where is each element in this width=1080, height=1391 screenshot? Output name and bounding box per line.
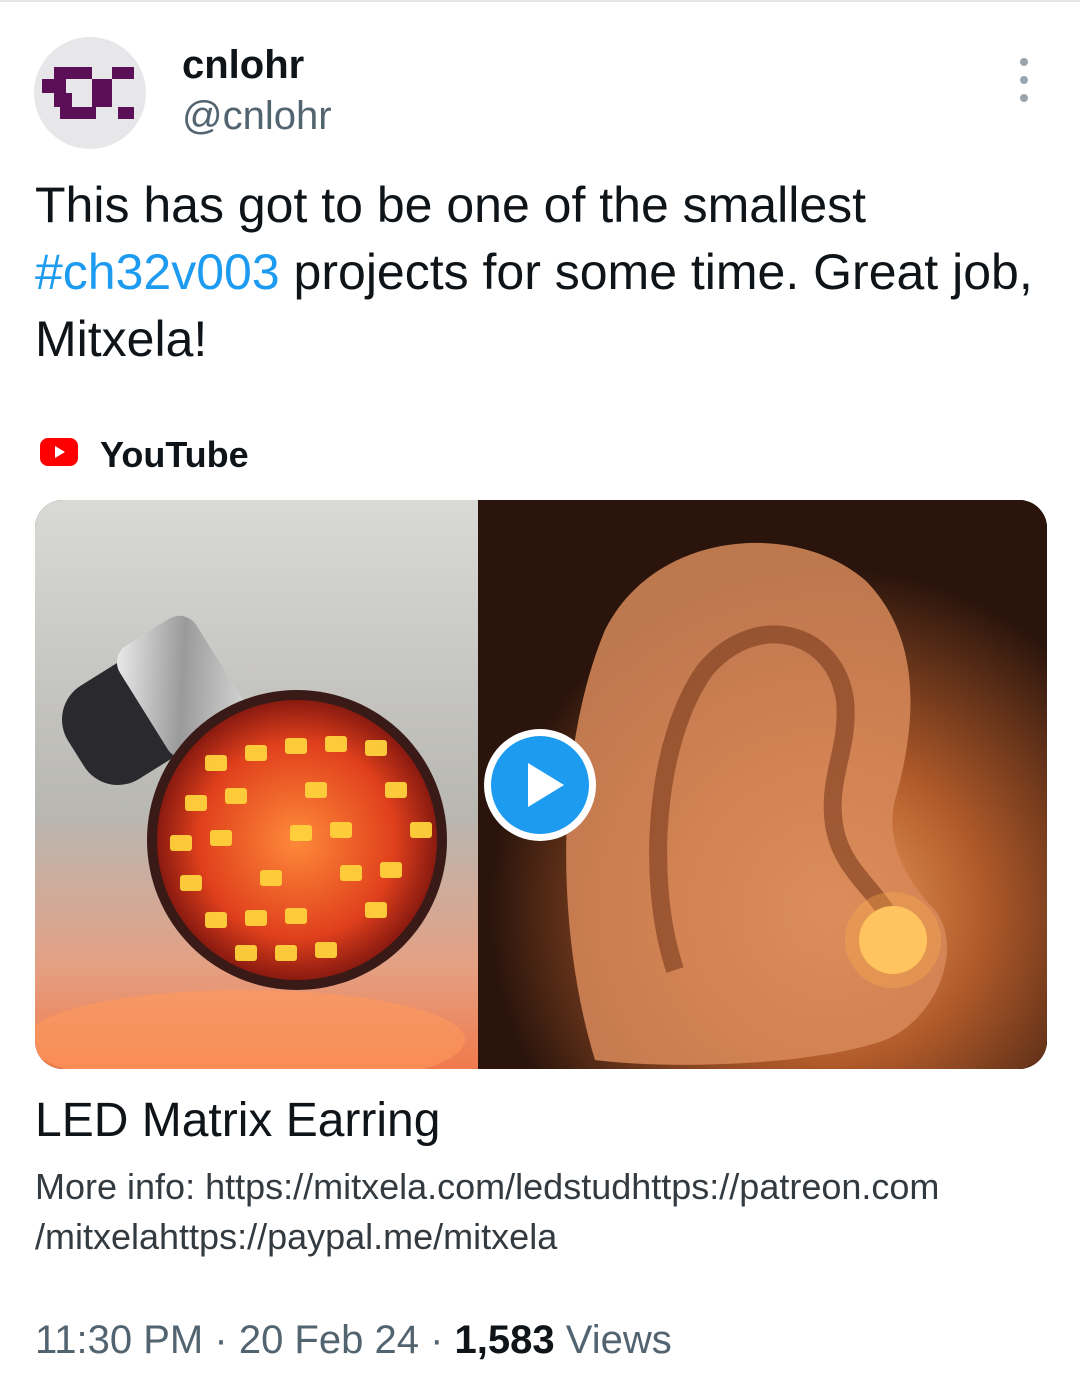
more-options-icon[interactable] [1004,58,1044,102]
dot-icon [1020,76,1028,84]
source-label: YouTube [100,434,249,475]
tweet-time[interactable]: 11:30 PM [35,1318,203,1362]
separator: · [214,1318,228,1362]
views-label: Views [565,1318,672,1362]
play-icon [528,763,564,807]
views-count: 1,583 [454,1318,555,1362]
youtube-icon [40,438,78,466]
author-display-name[interactable]: cnlohr [182,42,304,88]
hashtag-link[interactable]: #ch32v003 [35,244,280,300]
play-button[interactable] [484,729,596,841]
separator: · [430,1318,444,1362]
dot-icon [1020,94,1028,102]
dot-icon [1020,58,1028,66]
top-divider [0,0,1080,2]
tweet-text: This has got to be one of the smallest #… [35,172,1045,373]
avatar[interactable] [34,37,146,149]
tweet-meta: 11:30 PM · 20 Feb 24 · 1,583 Views [35,1314,672,1366]
card-title[interactable]: LED Matrix Earring [35,1092,440,1150]
tweet-text-start: This has got to be one of the smallest [35,177,867,233]
card-description[interactable]: More info: https://mitxela.com/ledstudht… [35,1162,1045,1262]
pixel-logo-icon [42,67,134,119]
tweet-date[interactable]: 20 Feb 24 [239,1318,419,1362]
author-handle[interactable]: @cnlohr [182,93,332,139]
